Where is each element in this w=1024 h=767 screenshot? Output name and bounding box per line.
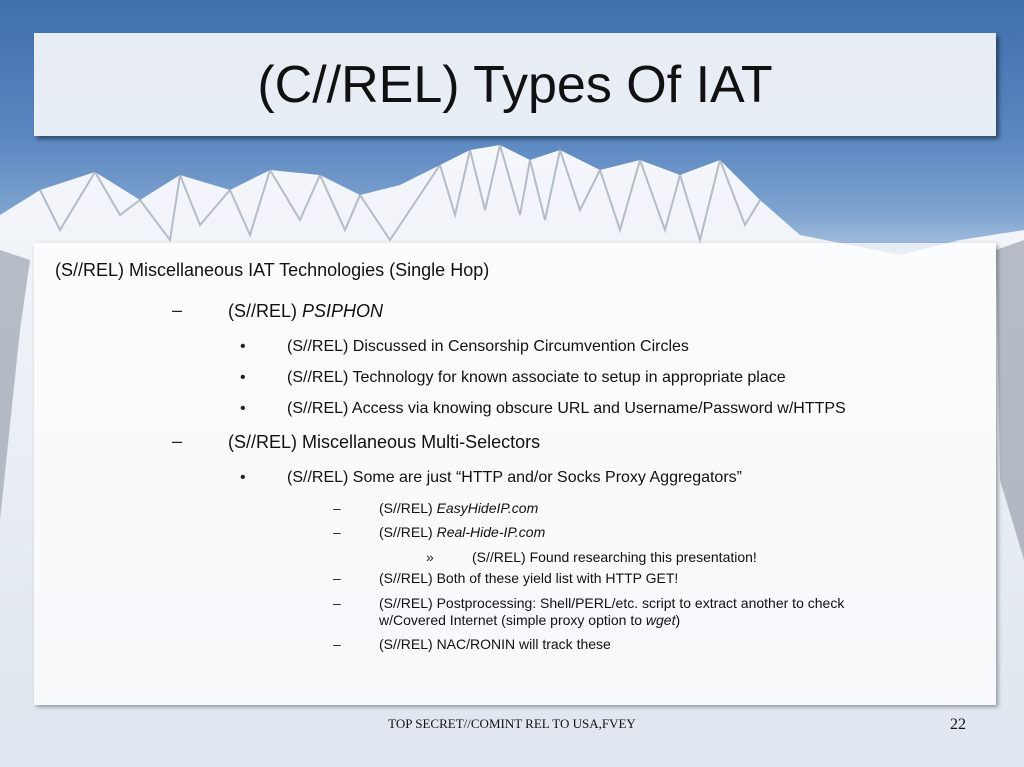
site-name: EasyHideIP.com <box>436 500 539 516</box>
sub-item-real-hide-ip: (S//REL) Real-Hide-IP.com <box>379 524 545 540</box>
bullet-item: (S//REL) Discussed in Censorship Circumv… <box>287 338 689 355</box>
bullet-marker: • <box>240 338 246 355</box>
psiphon-name: PSIPHON <box>302 301 384 321</box>
sub-item-prefix: (S//REL) <box>379 500 437 516</box>
sub-item-postprocessing-line1: (S//REL) Postprocessing: Shell/PERL/etc.… <box>379 595 845 611</box>
section-heading: (S//REL) Miscellaneous IAT Technologies … <box>55 260 490 280</box>
dash-marker: – <box>333 500 341 516</box>
page-number: 22 <box>950 716 966 733</box>
multi-selectors-item: (S//REL) Miscellaneous Multi-Selectors <box>228 432 541 452</box>
sub-item-postprocessing-line2: w/Covered Internet (simple proxy option … <box>379 612 680 628</box>
sub-item-prefix: (S//REL) <box>379 524 437 540</box>
bullet-item: (S//REL) Some are just “HTTP and/or Sock… <box>287 469 742 486</box>
bullet-marker: • <box>240 400 246 417</box>
bullet-marker: • <box>240 469 246 486</box>
line2-prefix: w/Covered Internet (simple proxy option … <box>379 612 646 628</box>
bullet-item: (S//REL) Technology for known associate … <box>287 369 786 386</box>
dash-marker: – <box>333 524 341 540</box>
classification-footer: TOP SECRET//COMINT REL TO USA,FVEY <box>388 716 636 731</box>
dash-marker: – <box>333 595 341 611</box>
psiphon-prefix: (S//REL) <box>228 301 303 321</box>
sub-item: (S//REL) NAC/RONIN will track these <box>379 636 611 652</box>
dash-marker: – <box>172 431 183 451</box>
dash-marker: – <box>333 636 341 652</box>
bullet-marker: • <box>240 369 246 386</box>
slide-title: (C//REL) Types Of IAT <box>257 55 773 114</box>
dash-marker: – <box>172 300 183 320</box>
wget-text: wget <box>645 612 676 628</box>
sub-item: (S//REL) Both of these yield list with H… <box>379 570 679 586</box>
sub-item-easyhideip: (S//REL) EasyHideIP.com <box>379 500 538 516</box>
line2-suffix: ) <box>675 612 681 628</box>
title-banner: (C//REL) Types Of IAT <box>34 33 996 136</box>
site-name: Real-Hide-IP.com <box>436 524 546 540</box>
dash-marker: – <box>333 570 341 586</box>
bullet-item: (S//REL) Access via knowing obscure URL … <box>287 400 846 417</box>
psiphon-item: (S//REL) PSIPHON <box>228 301 383 322</box>
sub-sub-item: (S//REL) Found researching this presenta… <box>472 549 757 565</box>
arrow-marker: » <box>426 549 434 565</box>
